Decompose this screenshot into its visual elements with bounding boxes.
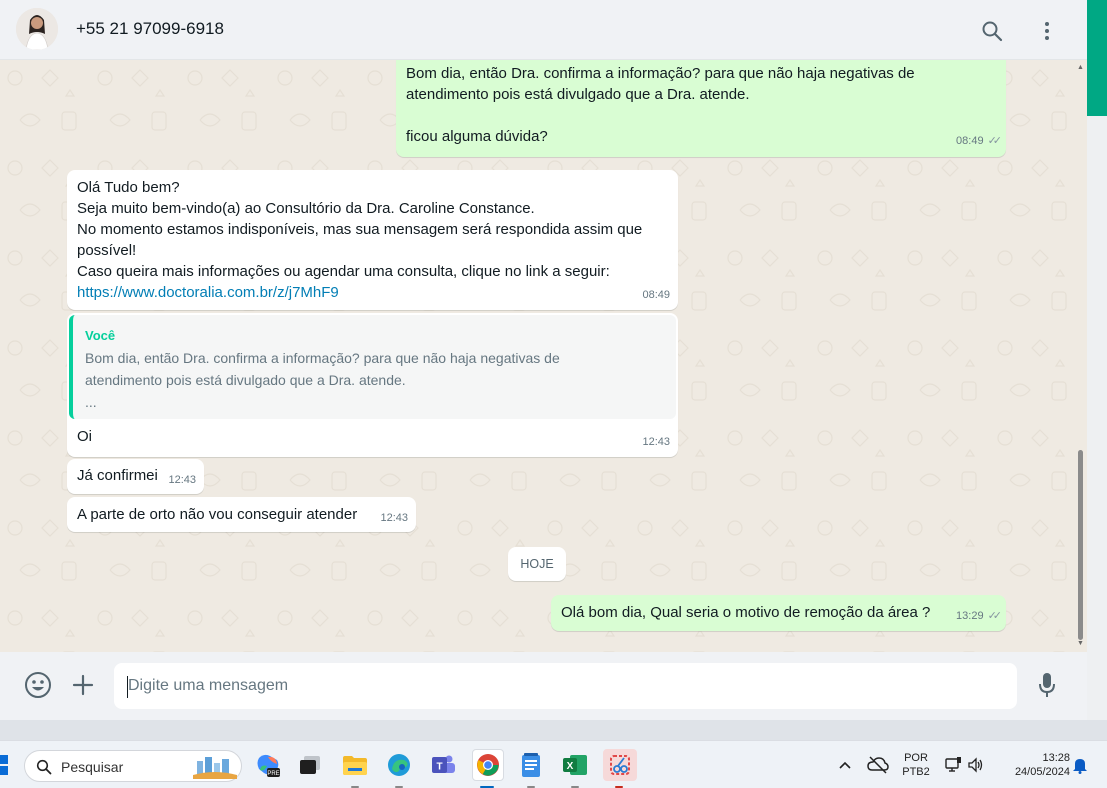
message-time: 13:29	[956, 610, 984, 622]
message-meta: 08:49 ✓✓	[956, 131, 1003, 152]
chat-header: +55 21 97099-6918	[0, 0, 1087, 60]
contact-avatar[interactable]	[16, 8, 58, 50]
message-text: Já confirmei	[77, 467, 158, 484]
date-separator: HOJE	[508, 547, 566, 581]
keyboard-layout: PTB2	[902, 766, 930, 778]
voice-button[interactable]	[1030, 668, 1064, 702]
windows-logo-icon	[0, 755, 8, 775]
message-incoming[interactable]: A parte de orto não vou conseguir atende…	[67, 497, 416, 532]
message-link[interactable]: https://www.doctoralia.com.br/z/j7MhF9	[77, 282, 339, 303]
search-highlight-city-icon	[193, 757, 237, 779]
taskbar-snipping-tool[interactable]	[603, 749, 637, 781]
message-outgoing[interactable]: Bom dia, então Dra. confirma a informaçã…	[396, 60, 1006, 157]
taskbar-file-explorer[interactable]	[341, 751, 369, 779]
taskbar-excel[interactable]: X	[561, 751, 589, 779]
microphone-icon	[1039, 673, 1055, 697]
text-caret	[127, 676, 128, 698]
clock-time: 13:28	[1042, 752, 1070, 764]
read-ticks-icon: ✓✓	[987, 610, 1003, 622]
kebab-menu-icon	[1045, 22, 1049, 40]
window-accent-strip	[1087, 0, 1107, 116]
teams-icon: T	[432, 755, 455, 773]
clock-date: 24/05/2024	[1014, 766, 1070, 778]
network-icon	[945, 757, 961, 772]
taskbar-search[interactable]: Pesquisar	[24, 750, 242, 782]
message-meta: 12:43	[380, 508, 408, 529]
copilot-badge: PRE	[267, 771, 279, 777]
taskbar-notepad[interactable]	[517, 751, 545, 779]
menu-button[interactable]	[1030, 14, 1064, 48]
keyboard-language[interactable]: POR PTB2	[900, 751, 932, 779]
snipping-tool-icon	[610, 755, 630, 775]
svg-text:T: T	[436, 762, 442, 773]
attach-button[interactable]	[66, 668, 100, 702]
message-text: Oi	[77, 428, 92, 445]
message-input[interactable]	[114, 663, 1017, 709]
cloud-offline-icon	[867, 756, 889, 774]
message-list[interactable]: Bom dia, então Dra. confirma a informaçã…	[0, 60, 1087, 652]
search-label: Pesquisar	[61, 759, 124, 775]
scroll-up-icon[interactable]: ▲	[1077, 64, 1084, 71]
language-code: POR	[904, 752, 928, 764]
message-text: Bom dia, então Dra. confirma a informaçã…	[406, 65, 915, 145]
taskbar-task-view[interactable]	[296, 751, 324, 779]
excel-icon: X	[563, 755, 587, 775]
emoji-icon	[25, 672, 51, 698]
task-view-icon	[300, 756, 320, 774]
message-incoming-reply[interactable]: Você Bom dia, então Dra. confirma a info…	[67, 313, 678, 457]
notifications-button[interactable]	[1068, 751, 1092, 779]
svg-text:X: X	[567, 761, 574, 772]
taskbar-clock[interactable]: 13:28 24/05/2024	[1000, 751, 1070, 779]
chevron-up-icon	[839, 761, 851, 769]
scroll-down-icon[interactable]: ▼	[1077, 640, 1084, 647]
quoted-message[interactable]: Você Bom dia, então Dra. confirma a info…	[69, 315, 676, 419]
message-time: 12:43	[168, 474, 196, 486]
composer	[0, 652, 1087, 720]
message-time: 08:49	[642, 289, 670, 301]
message-time: 08:49	[956, 135, 984, 147]
copilot-icon: PRE	[257, 754, 280, 777]
message-meta: 12:43	[642, 432, 670, 453]
tray-network[interactable]	[942, 751, 964, 779]
taskbar-copilot[interactable]: PRE	[254, 751, 282, 779]
search-icon	[36, 759, 52, 775]
message-meta: 12:43	[168, 470, 196, 491]
search-icon	[982, 21, 1003, 42]
window-bottom-gap	[0, 720, 1107, 740]
emoji-button[interactable]	[21, 668, 55, 702]
message-meta: 13:29 ✓✓	[956, 606, 1003, 627]
message-meta: 08:49	[642, 285, 670, 306]
scrollbar-thumb[interactable]	[1078, 450, 1083, 640]
quote-text: Bom dia, então Dra. confirma a informaçã…	[85, 350, 560, 410]
message-time: 12:43	[380, 512, 408, 524]
contact-name[interactable]: +55 21 97099-6918	[76, 19, 224, 39]
message-text: Olá bom dia, Qual seria o motivo de remo…	[561, 604, 931, 621]
tray-volume[interactable]	[965, 751, 987, 779]
message-time: 12:43	[642, 436, 670, 448]
bell-icon	[1073, 759, 1087, 774]
search-button[interactable]	[975, 14, 1009, 48]
windows-taskbar: Pesquisar PRE T X POR PTB2 13:28 24/05/2…	[0, 740, 1107, 788]
message-text: A parte de orto não vou conseguir atende…	[77, 506, 358, 523]
edge-browser-icon	[388, 754, 410, 776]
plus-icon	[72, 674, 94, 696]
taskbar-teams[interactable]: T	[429, 751, 457, 779]
start-button[interactable]	[0, 751, 10, 779]
chrome-icon	[477, 754, 499, 776]
tray-onedrive[interactable]	[864, 751, 892, 779]
notepad-icon	[522, 753, 540, 777]
message-incoming[interactable]: Olá Tudo bem? Seja muito bem-vindo(a) ao…	[67, 170, 678, 310]
message-text: Olá Tudo bem? Seja muito bem-vindo(a) ao…	[77, 179, 643, 280]
folder-icon	[343, 756, 367, 775]
message-outgoing[interactable]: Olá bom dia, Qual seria o motivo de remo…	[551, 595, 1006, 631]
taskbar-chrome[interactable]	[472, 749, 504, 781]
taskbar-edge[interactable]	[385, 751, 413, 779]
message-incoming[interactable]: Já confirmei 12:43	[67, 459, 204, 494]
tray-overflow-button[interactable]	[833, 751, 857, 779]
speaker-icon	[968, 757, 983, 773]
read-ticks-icon: ✓✓	[987, 135, 1003, 147]
quote-author: Você	[85, 328, 116, 343]
right-edge	[1087, 116, 1107, 740]
